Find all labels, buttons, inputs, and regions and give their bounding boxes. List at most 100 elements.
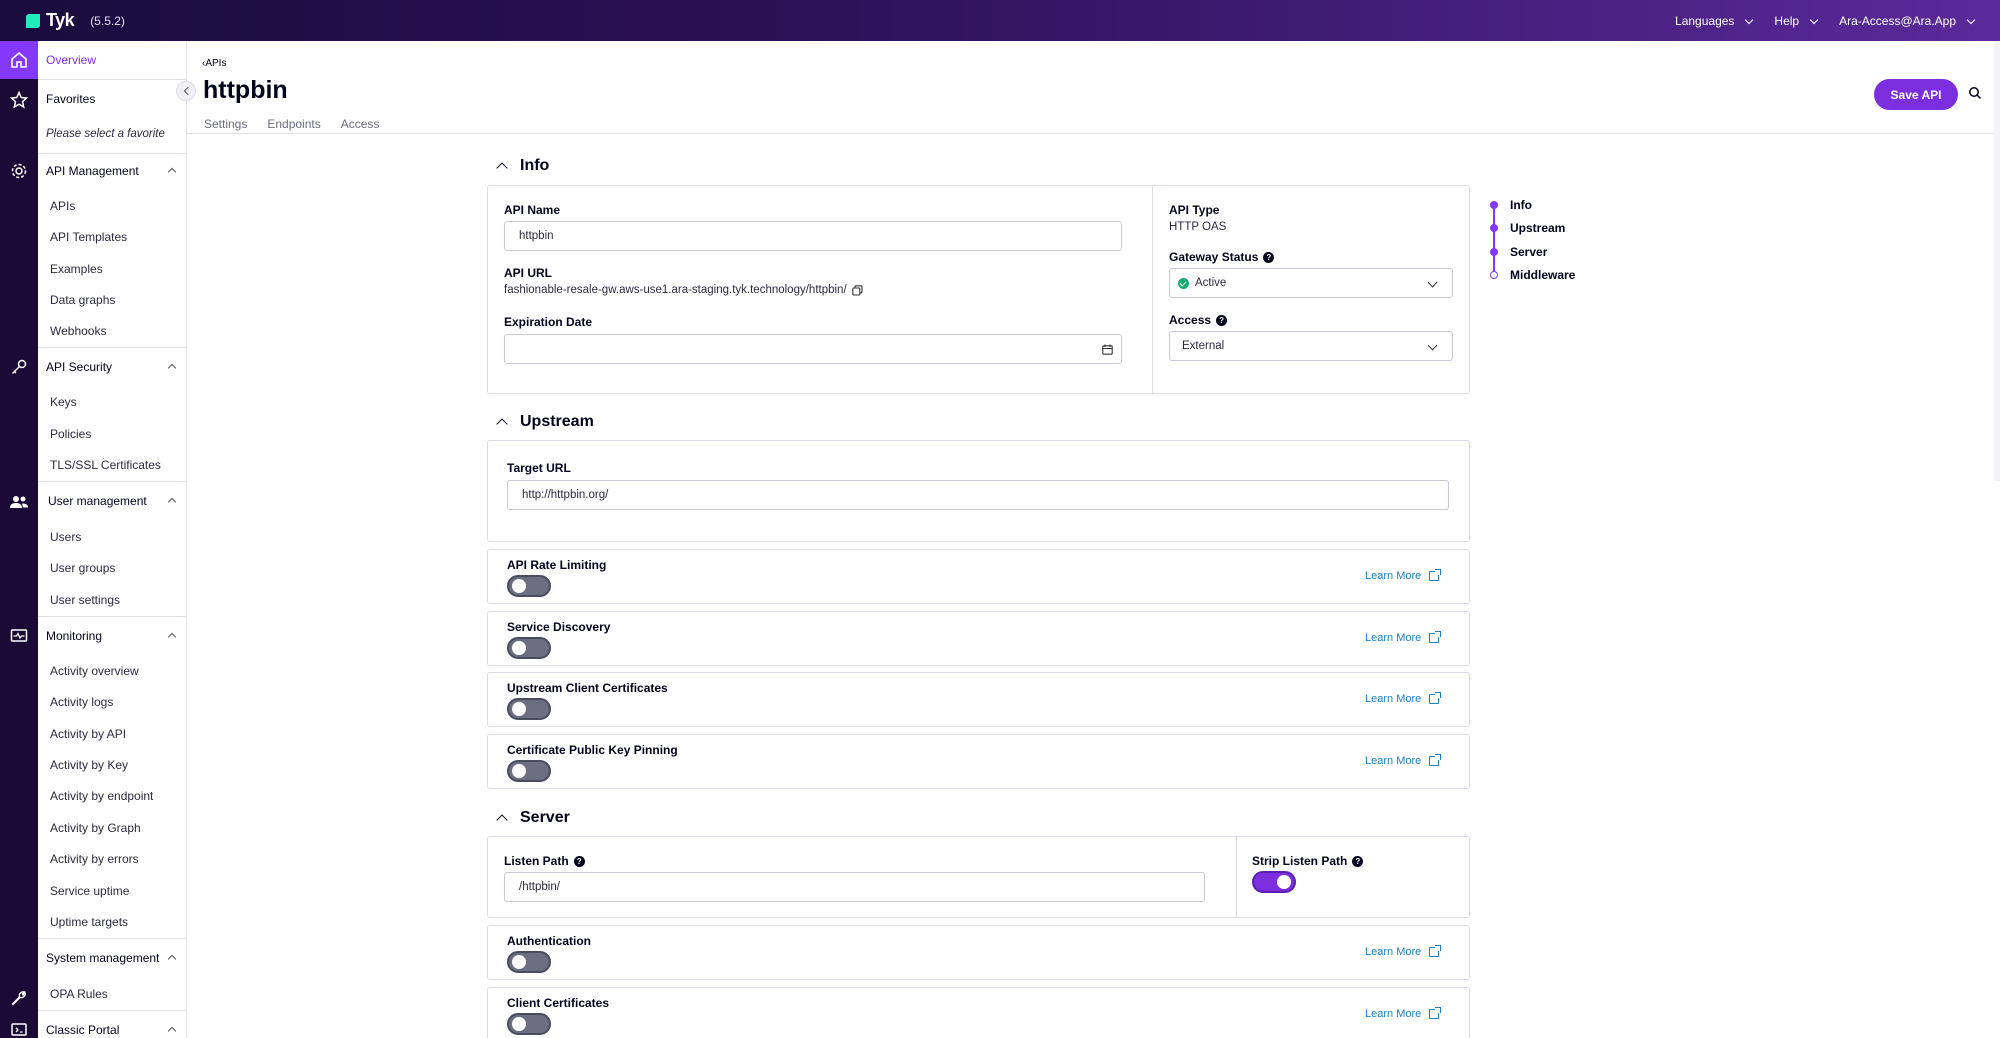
sidebar-item-uptime-targets[interactable]: Uptime targets	[38, 915, 187, 929]
section-server-header[interactable]: Server	[496, 809, 570, 827]
sidebar-item-policies[interactable]: Policies	[38, 427, 187, 441]
sidebar-item-activity-by-api[interactable]: Activity by API	[38, 727, 187, 741]
service-discovery-toggle[interactable]	[507, 637, 551, 659]
sidebar-item-users[interactable]: Users	[38, 530, 187, 544]
sidebar-item-activity-by-endpoint[interactable]: Activity by endpoint	[38, 789, 187, 803]
help-icon[interactable]: ?	[1216, 314, 1228, 326]
strip-listen-path-toggle[interactable]	[1252, 871, 1296, 893]
sidebar-item-webhooks[interactable]: Webhooks	[38, 324, 187, 338]
learn-more-text: Learn More	[1365, 632, 1422, 644]
sidebar-item-tls-certificates[interactable]: TLS/SSL Certificates	[38, 458, 187, 472]
group-label: System management	[46, 951, 160, 965]
api-rate-limiting-toggle[interactable]	[507, 575, 551, 597]
chevron-down-icon	[1809, 15, 1819, 24]
learn-more-link[interactable]: Learn More	[1365, 1007, 1442, 1020]
sidebar-item-overview[interactable]: Overview	[38, 53, 187, 67]
learn-more-link[interactable]: Learn More	[1365, 692, 1442, 705]
sidebar-divider	[38, 616, 187, 617]
external-link-icon	[1429, 945, 1442, 957]
help-icon[interactable]: ?	[1352, 855, 1364, 867]
upstream-client-certificates-card: Upstream Client Certificates Learn More	[487, 672, 1470, 727]
sidebar-item-activity-by-errors[interactable]: Activity by errors	[38, 852, 187, 866]
learn-more-link[interactable]: Learn More	[1365, 945, 1442, 958]
authentication-toggle[interactable]	[507, 951, 551, 973]
upstream-client-certificates-label: Upstream Client Certificates	[507, 681, 668, 695]
external-link-icon	[1429, 692, 1442, 704]
chevron-up-icon	[496, 418, 508, 430]
sidebar-item-examples[interactable]: Examples	[38, 262, 187, 276]
api-name-label: API Name	[504, 203, 561, 217]
help-label: Help	[1774, 14, 1800, 28]
sidebar-item-keys[interactable]: Keys	[38, 395, 187, 409]
gateway-status-value: Active	[1195, 277, 1227, 289]
save-api-button[interactable]: Save API	[1874, 79, 1958, 110]
listen-path-input[interactable]: /httpbin/	[504, 872, 1205, 902]
gateway-status-label: Gateway Status?	[1169, 250, 1275, 264]
sidebar-item-activity-overview[interactable]: Activity overview	[38, 664, 187, 678]
help-menu[interactable]: Help	[1774, 14, 1819, 28]
sidebar-item-user-groups[interactable]: User groups	[38, 561, 187, 575]
upstream-client-certificates-toggle[interactable]	[507, 698, 551, 720]
help-icon[interactable]: ?	[1263, 251, 1275, 263]
calendar-icon[interactable]	[1102, 344, 1113, 355]
collapse-sidebar-button[interactable]	[176, 81, 196, 101]
users-icon[interactable]	[0, 483, 38, 521]
expiration-date-input[interactable]	[504, 334, 1122, 364]
portal-icon[interactable]	[0, 1011, 38, 1038]
star-icon[interactable]	[0, 81, 38, 119]
access-select[interactable]: External	[1169, 331, 1453, 361]
nav-info[interactable]: Info	[1490, 198, 1532, 212]
chevron-down-icon	[1427, 340, 1438, 351]
sidebar-item-data-graphs[interactable]: Data graphs	[38, 293, 187, 307]
sidebar-item-activity-logs[interactable]: Activity logs	[38, 695, 187, 709]
sidebar-item-service-uptime[interactable]: Service uptime	[38, 884, 187, 898]
sidebar-group-api-management[interactable]: API Management	[38, 164, 187, 178]
tab-access[interactable]: Access	[341, 117, 380, 131]
key-icon[interactable]	[0, 348, 38, 386]
account-menu[interactable]: Ara-Access@Ara.App	[1839, 14, 1976, 28]
section-upstream-header[interactable]: Upstream	[496, 413, 594, 431]
sidebar-item-favorites[interactable]: Favorites	[38, 92, 187, 106]
sidebar-item-activity-by-graph[interactable]: Activity by Graph	[38, 821, 187, 835]
learn-more-link[interactable]: Learn More	[1365, 569, 1442, 582]
tab-settings[interactable]: Settings	[204, 117, 247, 131]
tyk-logo[interactable]: Tyk (5.5.2)	[26, 10, 125, 31]
client-certificates-toggle[interactable]	[507, 1013, 551, 1035]
sidebar-group-user-management[interactable]: User management	[38, 494, 187, 508]
gateway-status-select[interactable]: Active	[1169, 268, 1453, 298]
nav-upstream[interactable]: Upstream	[1490, 221, 1565, 235]
target-url-input[interactable]: http://httpbin.org/	[507, 480, 1449, 510]
search-icon[interactable]	[1968, 86, 1984, 102]
group-label: API Management	[46, 164, 139, 178]
sidebar-item-opa-rules[interactable]: OPA Rules	[38, 987, 187, 1001]
learn-more-link[interactable]: Learn More	[1365, 754, 1442, 767]
home-icon[interactable]	[0, 41, 38, 79]
languages-menu[interactable]: Languages	[1675, 14, 1754, 28]
api-name-input[interactable]: httpbin	[504, 221, 1122, 251]
chevron-down-icon	[1427, 277, 1438, 288]
sidebar-group-monitoring[interactable]: Monitoring	[38, 629, 187, 643]
sidebar-item-apis[interactable]: APIs	[38, 199, 187, 213]
scrollbar[interactable]	[1994, 41, 2000, 481]
nav-middleware[interactable]: Middleware	[1490, 268, 1575, 282]
monitor-icon[interactable]	[0, 617, 38, 655]
sidebar-item-user-settings[interactable]: User settings	[38, 593, 187, 607]
sidebar-group-classic-portal[interactable]: Classic Portal	[38, 1023, 187, 1037]
access-value: External	[1182, 340, 1225, 352]
sidebar-item-activity-by-key[interactable]: Activity by Key	[38, 758, 187, 772]
nav-server[interactable]: Server	[1490, 245, 1547, 259]
copy-icon[interactable]	[851, 284, 863, 296]
tab-endpoints[interactable]: Endpoints	[267, 117, 320, 131]
gear-icon[interactable]	[0, 152, 38, 190]
sidebar-group-api-security[interactable]: API Security	[38, 360, 187, 374]
learn-more-link[interactable]: Learn More	[1365, 631, 1442, 644]
account-label: Ara-Access@Ara.App	[1839, 14, 1956, 28]
sidebar-item-api-templates[interactable]: API Templates	[38, 230, 187, 244]
group-label: User management	[48, 494, 147, 508]
help-icon[interactable]: ?	[573, 855, 585, 867]
section-info-header[interactable]: Info	[496, 157, 549, 175]
breadcrumb[interactable]: ‹APIs	[202, 58, 226, 69]
api-url-value: fashionable-resale-gw.aws-use1.ara-stagi…	[504, 284, 863, 296]
sidebar-group-system-management[interactable]: System management	[38, 951, 187, 965]
certificate-public-key-pinning-toggle[interactable]	[507, 760, 551, 782]
